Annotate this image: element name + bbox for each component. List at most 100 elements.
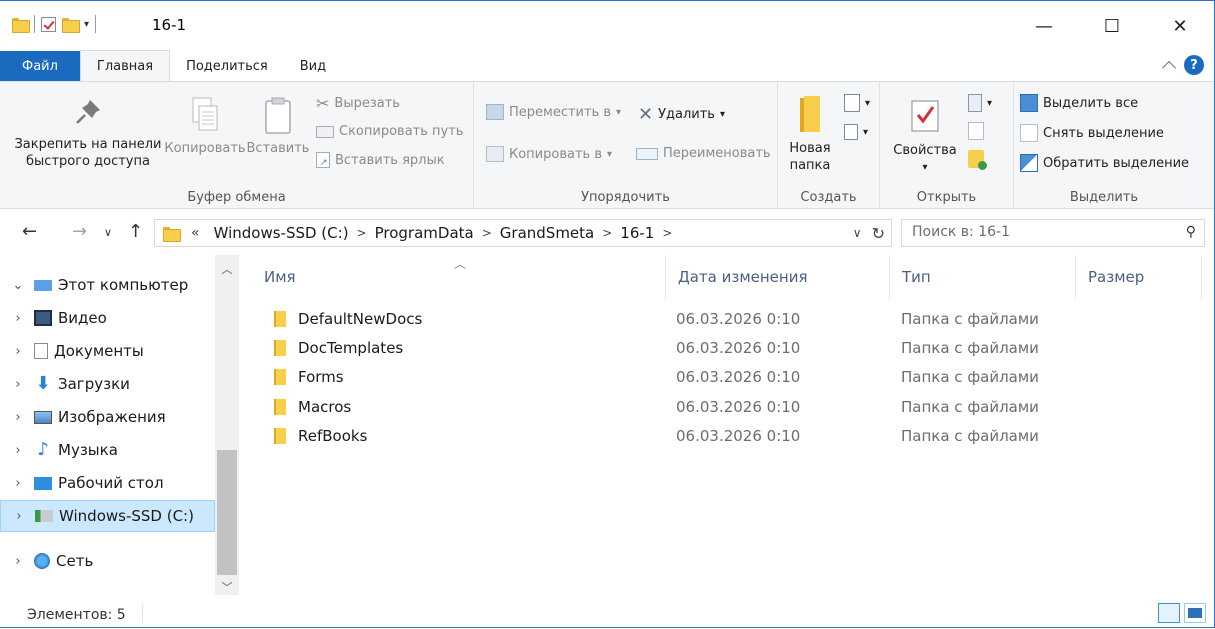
breadcrumb-programdata[interactable]: ProgramData [375, 224, 474, 242]
properties-check-icon[interactable] [41, 16, 56, 32]
close-button[interactable]: ✕ [1146, 1, 1214, 51]
paste-shortcut-icon: ↗ [316, 152, 330, 168]
breadcrumb-separator[interactable]: > [357, 226, 367, 240]
copy-button[interactable]: Копировать [164, 96, 246, 157]
copy-label: Копировать [164, 141, 246, 156]
table-row[interactable]: DocTemplates 06.03.2026 0:10 Папка с фай… [264, 333, 1204, 362]
forward-button[interactable]: → [72, 221, 87, 242]
paste-shortcut-button[interactable]: ↗ Вставить ярлык [316, 152, 445, 168]
file-name: DocTemplates [298, 338, 404, 357]
new-folder-icon[interactable] [62, 17, 80, 33]
back-button[interactable]: ← [22, 221, 37, 242]
up-button[interactable]: ↑ [128, 221, 143, 242]
search-icon[interactable]: ⚲ [1186, 224, 1196, 240]
file-name-cell: DefaultNewDocs [272, 310, 422, 328]
copy-to-button[interactable]: Копировать в ▾ [486, 146, 612, 162]
table-row[interactable]: Forms 06.03.2026 0:10 Папка с файлами [264, 362, 1204, 391]
breadcrumb-separator[interactable]: > [602, 226, 612, 240]
minimize-button[interactable]: — [1010, 1, 1078, 51]
nav-item-downloads[interactable]: › ⬇ Загрузки [0, 368, 215, 400]
collapsed-chevron-icon[interactable]: › [6, 344, 30, 359]
collapsed-chevron-icon[interactable]: › [7, 509, 31, 524]
copy-path-button[interactable]: Скопировать путь [316, 124, 463, 139]
dropdown-chevron-icon: ▾ [987, 97, 993, 109]
pin-quick-access-button[interactable]: Закрепить на панели быстрого доступа [14, 96, 162, 170]
properties-button[interactable]: Свойства ▾ [890, 98, 960, 176]
tab-view[interactable]: Вид [284, 51, 342, 81]
tab-file[interactable]: Файл [0, 51, 80, 81]
column-header-name[interactable]: Имя [252, 255, 666, 299]
select-all-button[interactable]: Выделить все [1020, 94, 1138, 112]
collapsed-chevron-icon[interactable]: › [6, 476, 30, 491]
rename-button[interactable]: Переименовать [636, 146, 771, 161]
collapsed-chevron-icon[interactable]: › [6, 377, 30, 392]
maximize-button[interactable]: ☐ [1078, 1, 1146, 51]
scroll-thumb[interactable] [217, 450, 237, 575]
status-divider [142, 605, 143, 623]
file-date: 06.03.2026 0:10 [676, 397, 801, 416]
breadcrumb-drive[interactable]: Windows-SSD (C:) [214, 224, 349, 242]
collapsed-chevron-icon[interactable]: › [6, 443, 30, 458]
delete-button[interactable]: ✕ Удалить ▾ [638, 104, 725, 125]
nav-item-this-pc[interactable]: ⌄ Этот компьютер [0, 269, 215, 301]
address-history-chevron-icon[interactable]: ∨ [853, 226, 862, 240]
recent-locations-chevron-icon[interactable]: ∨ [104, 226, 112, 239]
address-bar[interactable]: « Windows-SSD (C:) > ProgramData > Grand… [154, 219, 892, 247]
history-button[interactable] [968, 150, 987, 170]
expanded-chevron-icon[interactable]: ⌄ [6, 278, 30, 293]
breadcrumb-grandsmeta[interactable]: GrandSmeta [500, 224, 594, 242]
table-row[interactable]: Macros 06.03.2026 0:10 Папка с файлами [264, 392, 1204, 421]
tab-home[interactable]: Главная [79, 50, 171, 81]
refresh-icon[interactable]: ↻ [872, 224, 885, 243]
paste-button[interactable]: Вставить [246, 96, 310, 157]
collapsed-chevron-icon[interactable]: › [6, 410, 30, 425]
file-name: DefaultNewDocs [298, 309, 423, 328]
breadcrumb-separator[interactable]: > [482, 226, 492, 240]
column-header-date[interactable]: Дата изменения [666, 255, 890, 299]
nav-item-label: Рабочий стол [58, 474, 164, 492]
nav-item-label: Сеть [56, 552, 94, 570]
column-header-type[interactable]: Тип [890, 255, 1076, 299]
breadcrumb-separator[interactable]: > [662, 226, 672, 240]
cut-button[interactable]: ✂ Вырезать [316, 94, 400, 113]
column-header-size[interactable]: Размер [1076, 255, 1202, 299]
title-bar: ▾ 16-1 — ☐ ✕ [0, 1, 1214, 51]
help-icon[interactable]: ? [1184, 55, 1204, 75]
nav-item-network[interactable]: › Сеть [0, 545, 215, 577]
new-folder-button[interactable]: Новая папка [784, 94, 836, 174]
collapsed-chevron-icon[interactable]: › [6, 311, 30, 326]
scroll-up-icon[interactable]: ︿ [215, 261, 239, 277]
scroll-down-icon[interactable]: ﹀ [215, 579, 239, 595]
collapsed-chevron-icon[interactable]: › [6, 554, 30, 569]
paste-shortcut-label: Вставить ярлык [335, 152, 445, 168]
nav-scrollbar[interactable]: ︿ ﹀ [215, 255, 239, 595]
move-to-button[interactable]: Переместить в ▾ [486, 104, 621, 120]
dropdown-chevron-icon: ▾ [719, 109, 725, 120]
nav-item-documents[interactable]: › Документы [0, 335, 215, 367]
new-item-button[interactable]: ▾ [844, 94, 870, 112]
item-count: Элементов: 5 [27, 607, 126, 623]
details-view-icon[interactable] [1158, 603, 1180, 623]
edit-button[interactable] [968, 122, 984, 140]
nav-item-desktop[interactable]: › Рабочий стол [0, 467, 215, 499]
large-icons-view-icon[interactable] [1184, 603, 1206, 623]
open-with-button[interactable]: ▾ [968, 94, 992, 112]
table-row[interactable]: DefaultNewDocs 06.03.2026 0:10 Папка с ф… [264, 304, 1204, 333]
nav-item-windows-ssd[interactable]: › Windows-SSD (C:) [0, 500, 215, 532]
nav-item-pictures[interactable]: › Изображения [0, 401, 215, 433]
nav-item-video[interactable]: › Видео [0, 302, 215, 334]
customize-qat-chevron-icon[interactable]: ▾ [84, 19, 89, 30]
easy-access-button[interactable]: ▾ [844, 124, 868, 140]
breadcrumb-current[interactable]: 16-1 [620, 224, 654, 242]
new-group-label: Создать [800, 190, 857, 205]
select-none-button[interactable]: Снять выделение [1020, 124, 1164, 142]
properties-icon [911, 100, 939, 132]
folder-icon[interactable] [12, 17, 30, 33]
overflow-crumb[interactable]: « [191, 225, 200, 241]
tab-share[interactable]: Поделиться [170, 51, 284, 81]
table-row[interactable]: RefBooks 06.03.2026 0:10 Папка с файлами [264, 421, 1204, 450]
nav-item-music[interactable]: › ♪ Музыка [0, 434, 215, 466]
collapse-ribbon-icon[interactable] [1161, 60, 1177, 76]
invert-selection-button[interactable]: Обратить выделение [1020, 154, 1189, 172]
search-box[interactable]: Поиск в: 16-1 ⚲ [901, 219, 1205, 247]
